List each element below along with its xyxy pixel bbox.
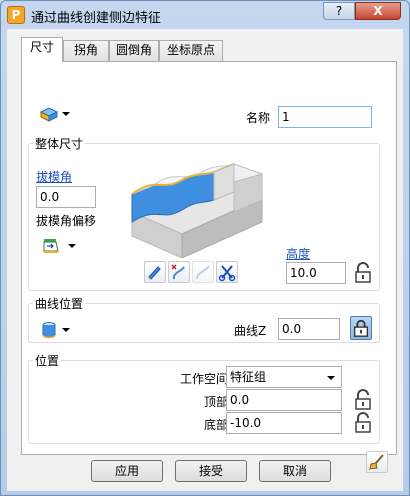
top-label: 顶部: [204, 395, 229, 409]
name-label: 名称: [246, 111, 271, 125]
workspace-select[interactable]: 特征组: [226, 366, 342, 388]
cancel-button[interactable]: 取消: [259, 460, 331, 482]
accept-button[interactable]: 接受: [175, 460, 247, 482]
side-feature-icon: [39, 107, 59, 122]
reset-button[interactable]: [366, 451, 388, 473]
unlock-icon: [355, 389, 371, 410]
brush-icon: [369, 454, 384, 471]
dialog-client: 尺寸 拐角 圆倒角 坐标原点 名称 1 整体尺寸 拔模角 0.0 拔模角偏移 高…: [7, 29, 403, 491]
apply-button[interactable]: 应用: [91, 460, 163, 482]
draft-offset-dropdown[interactable]: [36, 232, 80, 258]
height-input[interactable]: 10.0: [286, 262, 346, 284]
name-input[interactable]: 1: [278, 106, 372, 128]
draft-angle-input[interactable]: 0.0: [36, 186, 96, 208]
workspace-label: 工作空间: [180, 372, 229, 386]
lock-icon: [353, 319, 369, 337]
chevron-down-icon: [327, 376, 335, 380]
chevron-down-icon: [62, 112, 70, 116]
position-group-label: 位置: [33, 352, 62, 369]
chevron-down-icon: [68, 244, 76, 248]
height-link[interactable]: 高度: [286, 245, 310, 262]
curve-z-input[interactable]: 0.0: [278, 318, 340, 340]
help-button[interactable]: ?: [323, 2, 355, 20]
workspace-select-value: 特征组: [230, 370, 267, 384]
bottom-input[interactable]: -10.0: [226, 412, 342, 434]
tab-page-size: 名称 1 整体尺寸 拔模角 0.0 拔模角偏移 高度 10.0 曲线位置 曲线Z…: [21, 61, 397, 473]
curve-position-dropdown[interactable]: [34, 316, 74, 342]
draft-offset-label: 拔模角偏移: [36, 214, 97, 228]
overall-size-group-label: 整体尺寸: [33, 135, 86, 152]
title-bar[interactable]: P 通过曲线创建侧边特征 ? X: [1, 1, 409, 29]
close-button[interactable]: X: [355, 2, 401, 20]
app-icon: P: [7, 6, 25, 24]
remove-point-button[interactable]: [192, 261, 214, 283]
tab-fillet[interactable]: 圆倒角: [109, 40, 159, 61]
tab-size[interactable]: 尺寸: [21, 37, 63, 62]
tab-origin[interactable]: 坐标原点: [159, 40, 223, 61]
remove-point-icon: [196, 265, 210, 280]
add-point-button[interactable]: [168, 261, 190, 283]
trim-curve-button[interactable]: [216, 261, 238, 283]
chevron-down-icon: [62, 328, 70, 332]
add-point-icon: [171, 264, 185, 280]
curve-position-group-label: 曲线位置: [33, 295, 86, 312]
feature-preview-image: [130, 163, 264, 258]
top-input[interactable]: 0.0: [226, 389, 342, 411]
pencil-icon: [148, 266, 161, 280]
bottom-lock-button[interactable]: [352, 411, 374, 435]
curve-z-label: 曲线Z: [234, 324, 267, 338]
unlock-icon: [355, 262, 371, 283]
scissors-icon: [218, 265, 236, 282]
unlock-icon: [355, 412, 371, 433]
edit-curve-button[interactable]: [144, 261, 166, 283]
draft-angle-link[interactable]: 拔模角: [36, 168, 72, 185]
cylinder-icon: [42, 322, 56, 339]
window-title: 通过曲线创建侧边特征: [31, 11, 162, 26]
curve-z-lock-button[interactable]: [350, 316, 372, 340]
top-lock-button[interactable]: [352, 388, 374, 412]
dialog-window: P 通过曲线创建侧边特征 ? X 尺寸 拐角 圆倒角 坐标原点 名称 1 整体尺…: [0, 0, 410, 496]
feature-type-dropdown[interactable]: [34, 100, 74, 126]
tab-corner[interactable]: 拐角: [63, 40, 109, 61]
bottom-label: 底部: [204, 418, 229, 432]
draft-offset-icon: [43, 239, 59, 253]
height-lock-button[interactable]: [352, 261, 374, 285]
